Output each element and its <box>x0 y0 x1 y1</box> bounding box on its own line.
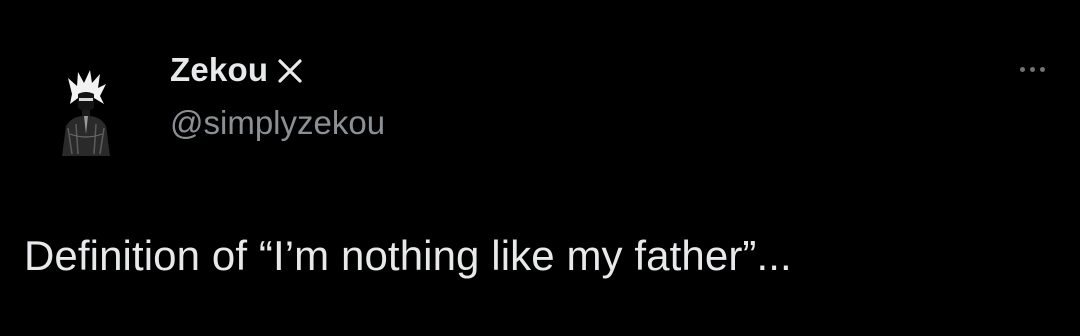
avatar-icon <box>62 70 110 156</box>
tweet-text: Definition of “I’m nothing like my fathe… <box>24 232 792 279</box>
avatar[interactable] <box>50 64 122 160</box>
more-options-button[interactable] <box>1010 58 1054 80</box>
tweet-card[interactable]: Zekou @simplyzekou Definition of “I’m no… <box>0 0 1080 336</box>
x-icon <box>276 57 304 85</box>
more-dot <box>1029 66 1035 72</box>
more-dot <box>1039 66 1045 72</box>
user-handle[interactable]: @simplyzekou <box>170 104 385 142</box>
author-name-row[interactable]: Zekou <box>170 50 304 90</box>
display-name[interactable]: Zekou <box>170 51 268 89</box>
more-options-icon <box>1019 66 1025 72</box>
